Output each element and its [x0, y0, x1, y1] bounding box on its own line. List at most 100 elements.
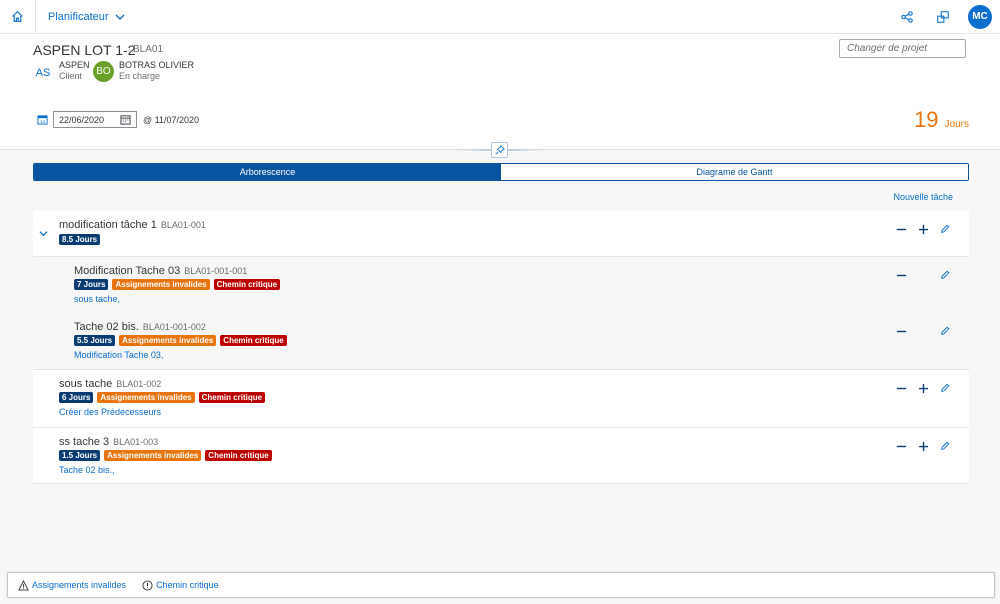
warning-icon — [18, 579, 29, 591]
task-row[interactable]: ss tache 3 BLA01-003 1.5 Jours Assignemen… — [33, 428, 969, 484]
task-code: BLA01-001-002 — [142, 322, 206, 332]
task-actions — [894, 222, 952, 236]
task-title: ss tache 3 BLA01-003 — [59, 436, 158, 448]
minus-icon — [896, 387, 906, 389]
project-code: BLA01 — [133, 44, 164, 55]
switch-app-icon — [937, 10, 949, 23]
task-row[interactable]: modification tâche 1 BLA01-001 8.5 Jours — [33, 211, 969, 257]
critical-path-badge: Chemin critique — [220, 335, 287, 346]
task-badges: 7 Jours Assignements invalides Chemin cr… — [74, 279, 281, 290]
plus-icon — [918, 383, 928, 393]
predecessor-link[interactable]: Tache 02 bis., — [59, 465, 115, 475]
predecessor-link[interactable]: Créer des Prédecesseurs — [59, 407, 161, 417]
task-row[interactable]: Tache 02 bis. BLA01-001-002 5.5 Jours Ass… — [33, 313, 969, 370]
task-code: BLA01-002 — [116, 379, 162, 389]
edit-button[interactable] — [938, 268, 952, 282]
task-name: sous tache — [59, 378, 113, 390]
task-row[interactable]: sous tache BLA01-002 6 Jours Assignements… — [33, 370, 969, 428]
remove-button[interactable] — [894, 381, 908, 395]
task-actions — [894, 439, 952, 453]
client-avatar: AS — [35, 67, 51, 79]
home-icon — [12, 10, 23, 22]
remove-button[interactable] — [894, 324, 908, 338]
add-button[interactable] — [916, 439, 930, 453]
calendar-icon: 14 — [37, 114, 48, 128]
task-badges: 5.5 Jours Assignements invalides Chemin … — [74, 335, 287, 346]
duration-unit: Jours — [944, 119, 969, 130]
add-button[interactable] — [916, 222, 930, 236]
user-avatar[interactable]: MC — [968, 4, 992, 29]
date-picker-icon[interactable] — [120, 114, 131, 125]
share-icon — [901, 10, 913, 23]
task-title: sous tache BLA01-002 — [59, 378, 161, 390]
task-row[interactable]: Modification Tache 03 BLA01-001-001 7 Jou… — [33, 257, 969, 313]
pin-header-button[interactable] — [491, 142, 508, 158]
predecessor-link[interactable]: sous tache, — [74, 294, 120, 304]
days-badge: 6 Jours — [59, 392, 94, 403]
edit-icon — [941, 326, 950, 335]
minus-icon — [896, 330, 906, 332]
task-actions — [894, 324, 952, 338]
new-task-link[interactable]: Nouvelle tâche — [893, 192, 953, 202]
task-badges: 6 Jours Assignements invalides Chemin cr… — [59, 392, 266, 403]
app-title-menu[interactable]: Planificateur — [36, 11, 125, 23]
invalid-assignments-badge: Assignements invalides — [104, 450, 202, 461]
remove-button[interactable] — [894, 268, 908, 282]
chevron-down-icon — [115, 14, 125, 20]
invalid-assignments-label: Assignements invalides — [32, 580, 127, 590]
owner-name: BOTRAS OLIVIER — [119, 60, 195, 70]
task-name: ss tache 3 — [59, 436, 110, 448]
critical-path-badge: Chemin critique — [213, 279, 281, 290]
edit-button[interactable] — [938, 324, 952, 338]
predecessor-link[interactable]: Modification Tache 03, — [74, 350, 163, 360]
start-date-input[interactable]: 22/06/2020 — [53, 111, 137, 128]
task-badges: 8.5 Jours — [59, 234, 101, 245]
pin-icon — [495, 145, 505, 155]
task-name: Tache 02 bis. — [74, 321, 139, 333]
plus-icon — [918, 441, 928, 451]
chevron-down-icon[interactable] — [39, 229, 48, 238]
app-title: Planificateur — [48, 10, 109, 23]
edit-button[interactable] — [938, 381, 952, 395]
start-date-value: 22/06/2020 — [59, 114, 105, 125]
minus-icon — [896, 274, 906, 276]
tab-arborescence[interactable]: Arborescence — [34, 164, 501, 180]
task-code: BLA01-001 — [160, 220, 206, 230]
invalid-assignments-legend[interactable]: Assignements invalides — [18, 579, 127, 591]
change-project-input[interactable]: Changer de projet — [839, 39, 966, 58]
object-header: ASPEN LOT 1-2 BLA01 Changer de projet AS… — [0, 34, 1000, 150]
task-actions — [894, 268, 952, 282]
edit-button[interactable] — [938, 439, 952, 453]
task-name: modification tâche 1 — [59, 219, 157, 231]
task-title: Modification Tache 03 BLA01-001-001 — [74, 265, 247, 277]
owner-avatar: BO — [93, 61, 114, 82]
client-name: ASPEN — [59, 60, 90, 70]
critical-path-badge: Chemin critique — [198, 392, 266, 403]
minus-icon — [896, 445, 906, 447]
critical-path-legend[interactable]: Chemin critique — [142, 579, 219, 591]
view-segmented-button: Arborescence Diagrame de Gantt — [33, 163, 969, 181]
tab-gantt[interactable]: Diagrame de Gantt — [501, 164, 968, 180]
invalid-assignments-badge: Assignements invalides — [112, 279, 210, 290]
days-badge: 1.5 Jours — [59, 450, 101, 461]
home-button[interactable] — [0, 0, 36, 34]
task-code: BLA01-003 — [113, 437, 159, 447]
remove-button[interactable] — [894, 222, 908, 236]
plus-icon — [918, 224, 928, 234]
project-duration: 19 Jours — [914, 107, 969, 133]
critical-path-label: Chemin critique — [156, 580, 219, 590]
task-code: BLA01-001-001 — [184, 266, 248, 276]
edit-icon — [941, 270, 950, 279]
days-badge: 5.5 Jours — [74, 335, 116, 346]
edit-button[interactable] — [938, 222, 952, 236]
edit-icon — [941, 224, 950, 233]
share-button[interactable] — [896, 6, 918, 28]
remove-button[interactable] — [894, 439, 908, 453]
invalid-assignments-badge: Assignements invalides — [119, 335, 217, 346]
add-button[interactable] — [916, 381, 930, 395]
task-title: Tache 02 bis. BLA01-001-002 — [74, 321, 206, 333]
invalid-assignments-badge: Assignements invalides — [97, 392, 195, 403]
switch-app-button[interactable] — [932, 6, 954, 28]
alert-icon — [142, 579, 153, 591]
task-actions — [894, 381, 952, 395]
